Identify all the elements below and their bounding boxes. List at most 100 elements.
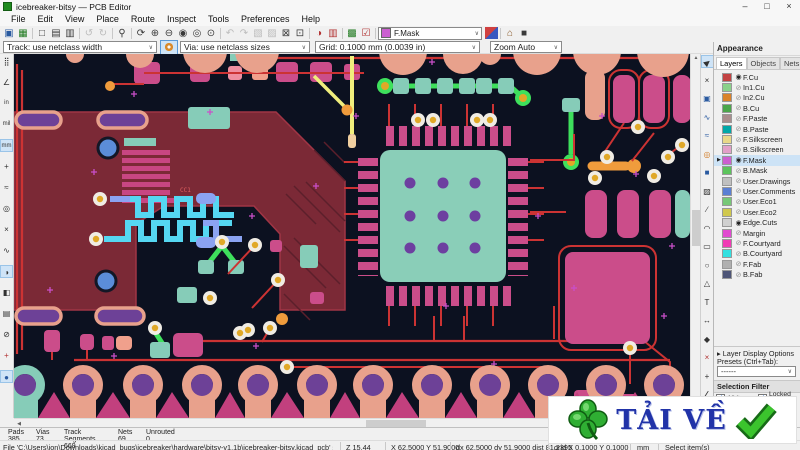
layer-row[interactable]: F.Silkscreen [714, 134, 800, 145]
layer-color-swatch[interactable] [722, 228, 732, 238]
layer-visibility-icon[interactable] [734, 177, 743, 185]
layer-color-swatch[interactable] [722, 238, 732, 248]
net-colors-icon[interactable]: ◧ [0, 286, 13, 299]
layer-row[interactable]: User.Comments [714, 186, 800, 196]
layer-row[interactable]: User.Eco2 [714, 207, 800, 217]
layer-row[interactable]: Margin [714, 228, 800, 238]
route-diff-pair-tool[interactable]: ≈ [701, 129, 714, 142]
drawing-sheet-icon[interactable]: ▤ [0, 307, 13, 320]
layer-visibility-icon[interactable] [734, 84, 743, 92]
layer-visibility-icon[interactable] [734, 125, 743, 133]
add-footprint-tool[interactable]: ▣ [701, 92, 714, 105]
zoom-out-button[interactable]: ⊖ [162, 27, 176, 40]
select-tool[interactable]: ▶ [700, 55, 714, 68]
track-width-dropdown[interactable]: Track: use netclass width ∨ [3, 41, 157, 53]
layer-color-swatch[interactable] [722, 93, 732, 103]
layer-row[interactable]: F.Courtyard [714, 238, 800, 248]
net-inspector-button[interactable]: ▥ [326, 27, 340, 40]
menu-tools[interactable]: Tools [202, 13, 235, 26]
flip-board-view-button[interactable] [485, 27, 498, 39]
presets-dropdown[interactable]: ------ ∨ [717, 366, 796, 377]
undo-button[interactable]: ↺ [82, 27, 96, 40]
layer-row[interactable]: User.Drawings [714, 176, 800, 186]
layer-visibility-icon[interactable] [734, 260, 743, 268]
track-outline-icon[interactable]: ≈ [0, 181, 13, 194]
units-inches-icon[interactable]: in [0, 97, 13, 110]
layer-visibility-icon[interactable] [734, 94, 743, 102]
add-zone-tool[interactable]: ■ [701, 166, 714, 179]
layer-color-swatch[interactable] [722, 145, 732, 155]
scroll-left-icon[interactable]: ◀ [14, 421, 24, 427]
via-toggle-button[interactable] [160, 40, 178, 55]
flip-axes-icon[interactable]: + [0, 349, 13, 362]
layer-visibility-icon[interactable] [734, 167, 743, 175]
layer-visibility-icon[interactable] [734, 73, 743, 81]
layer-row[interactable]: B.Silkscreen [714, 145, 800, 155]
layer-row[interactable]: B.Fab [714, 269, 800, 280]
ratsnest-curved-icon[interactable]: ∿ [0, 244, 13, 257]
menu-view[interactable]: View [59, 13, 90, 26]
layer-visibility-icon[interactable] [734, 146, 743, 154]
footprint-checker-button[interactable]: ⌂ [503, 27, 517, 40]
rotate-ccw-button[interactable]: ↶ [223, 27, 237, 40]
layer-visibility-icon[interactable] [734, 104, 743, 112]
vertical-scroll-thumb[interactable] [692, 210, 700, 246]
layer-row-selected[interactable]: ▶F.Mask [714, 155, 800, 166]
layer-visibility-icon[interactable] [734, 250, 743, 258]
lock-button[interactable]: ⊠ [279, 27, 293, 40]
grid-dropdown[interactable]: Grid: 0.1000 mm (0.0039 in) ∨ [315, 41, 480, 53]
maximize-button[interactable]: □ [756, 0, 778, 13]
high-contrast-icon[interactable]: ◑ [0, 265, 13, 278]
menu-edit[interactable]: Edit [32, 13, 60, 26]
route-track-tool[interactable]: ∿ [701, 111, 714, 124]
scripting-console-button[interactable]: ■ [517, 27, 531, 40]
layer-color-swatch[interactable] [722, 135, 732, 145]
layer-color-swatch[interactable] [722, 270, 732, 280]
layer-row[interactable]: B.Cu [714, 103, 800, 113]
units-mils-icon[interactable]: mil [0, 118, 13, 131]
cursor-shape-icon[interactable]: + [0, 160, 13, 173]
tab-objects[interactable]: Objects [746, 57, 780, 69]
layer-color-swatch[interactable] [722, 166, 732, 176]
close-button[interactable]: × [778, 0, 800, 13]
active-layer-dropdown[interactable]: F.Mask ∨ [378, 26, 482, 40]
pcb-canvas[interactable]: CC1 [14, 54, 690, 418]
layer-visibility-icon[interactable] [734, 198, 743, 206]
add-rule-area-tool[interactable]: ▨ [701, 185, 714, 198]
menu-preferences[interactable]: Preferences [235, 13, 296, 26]
drc-markers-button[interactable]: ☑ [359, 27, 373, 40]
layer-color-swatch[interactable] [722, 155, 732, 165]
menu-route[interactable]: Route [125, 13, 161, 26]
via-outline-icon[interactable]: ◎ [0, 202, 13, 215]
ratsnest-hide-icon[interactable]: × [0, 223, 13, 236]
layer-visibility-icon[interactable] [734, 208, 743, 216]
align-tool[interactable]: ◆ [701, 333, 714, 346]
layer-color-swatch[interactable] [722, 186, 732, 196]
group-button[interactable]: ▧ [251, 27, 265, 40]
layer-color-swatch[interactable] [722, 124, 732, 134]
layer-color-swatch[interactable] [722, 114, 732, 124]
plot-button[interactable]: ▥ [63, 27, 77, 40]
save-button[interactable]: ▣ [2, 27, 16, 40]
delete-tool[interactable]: × [701, 351, 714, 364]
unlock-button[interactable]: ⊡ [293, 27, 307, 40]
print-button[interactable]: ▤ [49, 27, 63, 40]
layer-color-swatch[interactable] [722, 259, 732, 269]
refresh-button[interactable]: ⟳ [134, 27, 148, 40]
layer-visibility-icon[interactable] [734, 115, 743, 123]
add-via-tool[interactable]: ◎ [701, 148, 714, 161]
zoom-objects-button[interactable]: ◎ [190, 27, 204, 40]
zoom-in-button[interactable]: ⊕ [148, 27, 162, 40]
layer-row[interactable]: F.Cu [714, 72, 800, 82]
appearance-toggle-icon[interactable]: ● [0, 370, 13, 383]
hide-sheet-icon[interactable]: ⊘ [0, 328, 13, 341]
layer-row[interactable]: F.Paste [714, 114, 800, 124]
layer-row[interactable]: F.Fab [714, 259, 800, 269]
polar-coords-icon[interactable]: ∠ [0, 76, 13, 89]
layer-color-swatch[interactable] [722, 176, 732, 186]
layer-row[interactable]: B.Courtyard [714, 249, 800, 259]
units-mm-icon[interactable]: mm [0, 139, 13, 152]
drc-button[interactable]: ◑ [312, 27, 326, 40]
origin-tool[interactable]: + [701, 370, 714, 383]
layer-visibility-icon[interactable] [734, 156, 743, 164]
